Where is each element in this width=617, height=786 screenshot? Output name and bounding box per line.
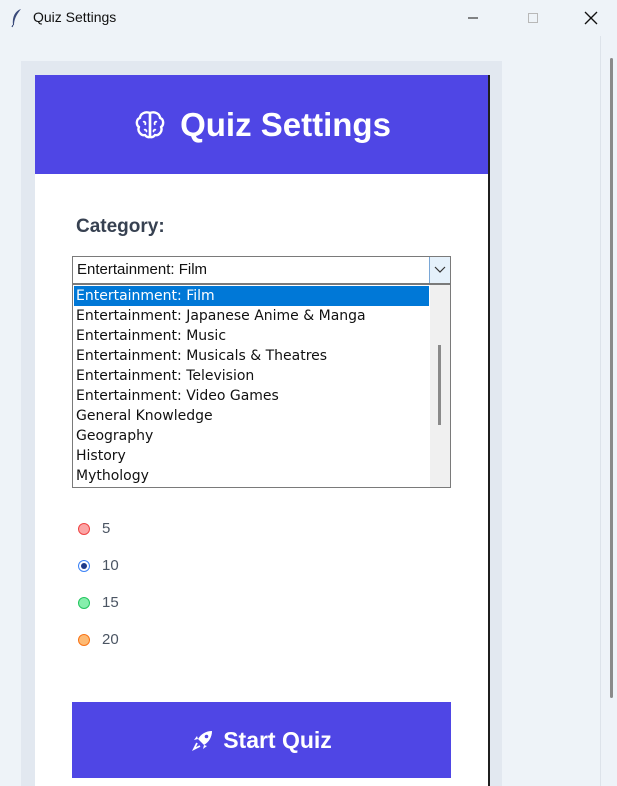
feather-icon <box>11 9 21 28</box>
start-quiz-button[interactable]: Start Quiz <box>72 702 451 778</box>
radio-dot[interactable] <box>78 522 90 535</box>
list-item[interactable]: Mythology <box>74 466 429 486</box>
list-item[interactable]: Entertainment: Video Games <box>74 386 429 406</box>
window-scrollbar[interactable] <box>600 36 617 786</box>
category-select[interactable]: Entertainment: Film <box>72 256 451 284</box>
list-item[interactable]: Entertainment: Musicals & Theatres <box>74 346 429 366</box>
list-item[interactable]: History <box>74 446 429 466</box>
window-scroll-thumb[interactable] <box>610 58 613 698</box>
dropdown-scroll-thumb[interactable] <box>438 345 441 425</box>
radio-dot[interactable] <box>78 633 90 646</box>
radio-dot[interactable] <box>78 559 90 572</box>
window-title: Quiz Settings <box>33 9 117 25</box>
start-quiz-label: Start Quiz <box>223 726 332 753</box>
question-count-option-20[interactable]: 20 <box>78 631 119 648</box>
page-title: Quiz Settings <box>180 105 391 143</box>
question-count-option-15[interactable]: 15 <box>78 594 119 611</box>
card-header: Quiz Settings <box>35 75 488 174</box>
close-button[interactable] <box>568 0 614 36</box>
chevron-down-icon <box>434 266 446 273</box>
dropdown-scrollbar[interactable] <box>430 285 450 487</box>
list-item[interactable]: Entertainment: Japanese Anime & Manga <box>74 306 429 326</box>
list-item[interactable]: General Knowledge <box>74 406 429 426</box>
minimize-icon <box>468 17 478 19</box>
dropdown-button[interactable] <box>429 257 450 283</box>
question-count-option-5[interactable]: 5 <box>78 520 110 537</box>
radio-label: 5 <box>102 520 111 537</box>
category-select-value: Entertainment: Film <box>77 261 208 278</box>
list-item[interactable]: Entertainment: Music <box>74 326 429 346</box>
close-icon <box>584 11 598 25</box>
category-label: Category: <box>76 216 165 237</box>
rocket-icon <box>192 731 213 752</box>
brain-icon <box>135 110 165 138</box>
list-item[interactable]: Entertainment: Television <box>74 366 429 386</box>
category-dropdown-list[interactable]: Entertainment: Film Entertainment: Japan… <box>72 284 451 488</box>
maximize-button[interactable] <box>510 0 556 36</box>
radio-label: 15 <box>102 594 119 611</box>
radio-label: 20 <box>102 631 119 648</box>
window-title-bar: Quiz Settings <box>0 0 617 36</box>
minimize-button[interactable] <box>450 0 496 36</box>
question-count-option-10[interactable]: 10 <box>78 557 119 574</box>
radio-label: 10 <box>102 557 119 574</box>
maximize-icon <box>528 13 538 23</box>
list-item[interactable]: Entertainment: Film <box>74 286 429 306</box>
list-item[interactable]: Geography <box>74 426 429 446</box>
radio-dot[interactable] <box>78 596 90 609</box>
